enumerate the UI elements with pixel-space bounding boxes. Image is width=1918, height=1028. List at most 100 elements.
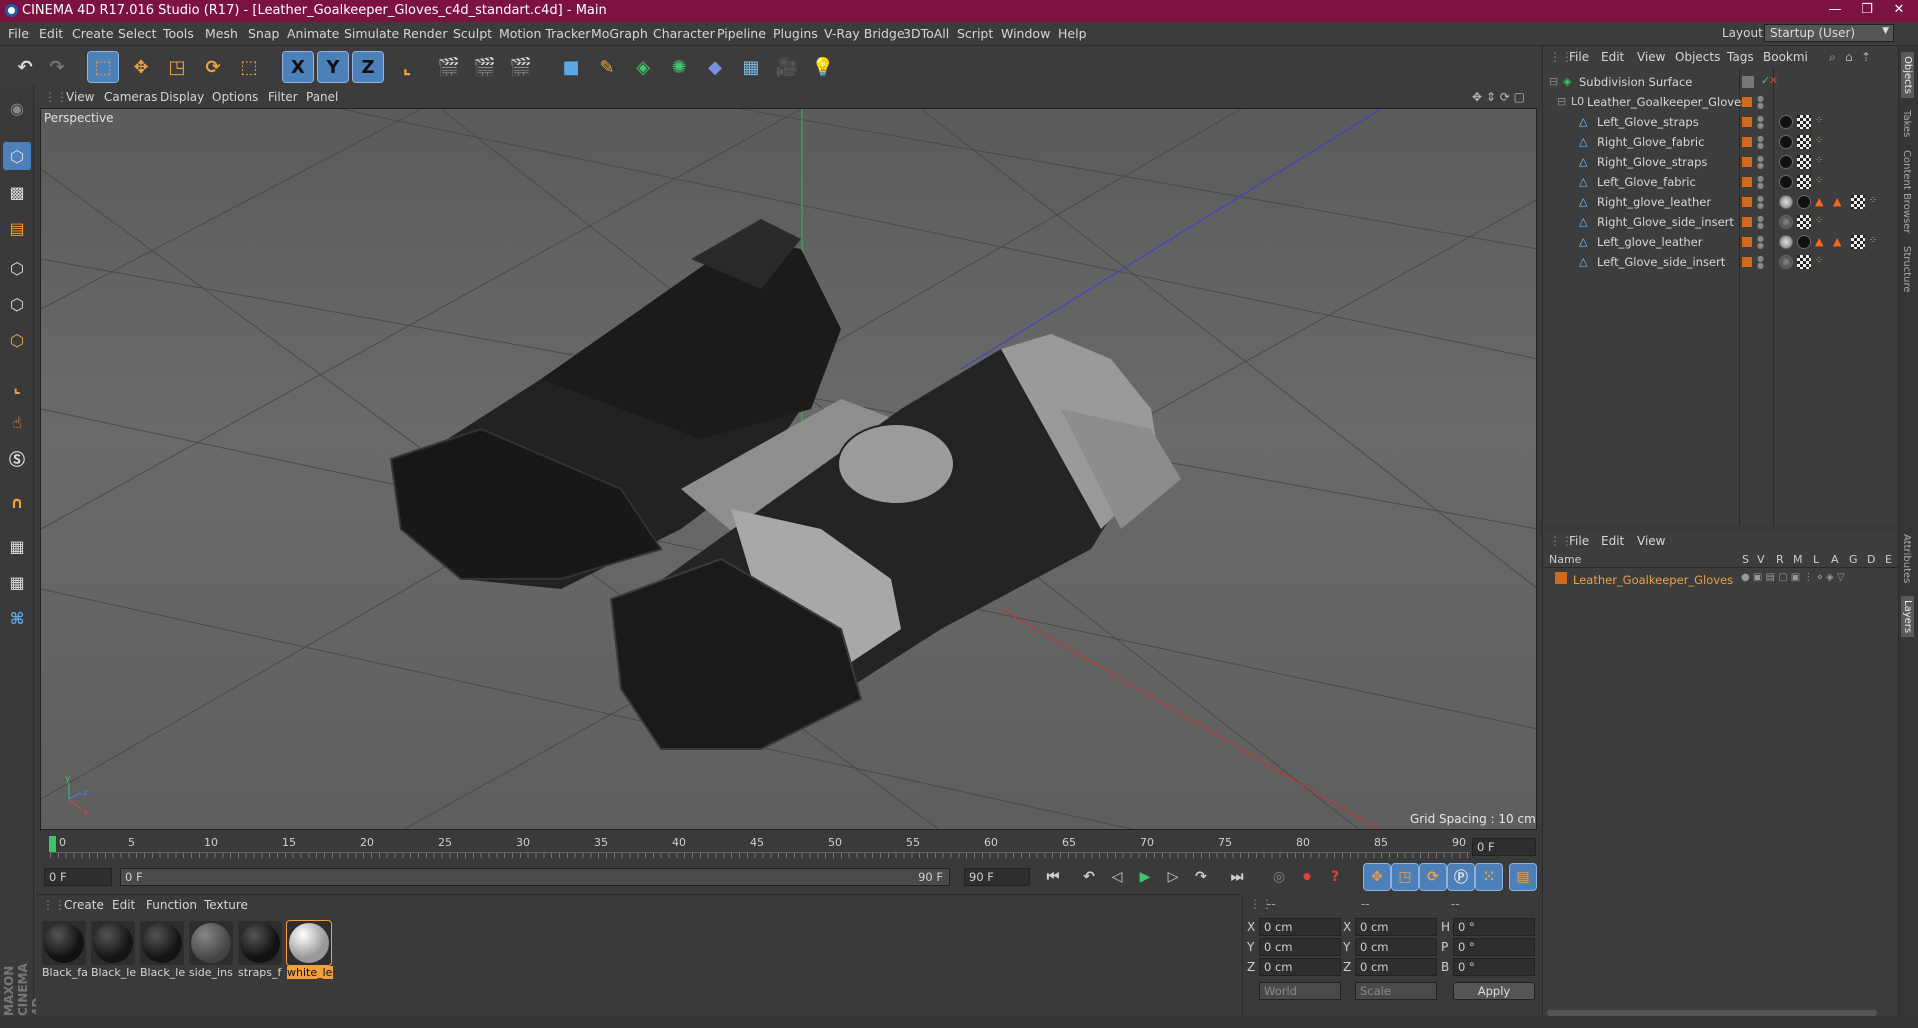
menu-tools[interactable]: Tools — [163, 26, 194, 41]
selection-tag-icon[interactable]: ▲ — [1833, 235, 1847, 249]
layer-row[interactable]: Leather_Goalkeeper_Gloves ● ▣ ▤ ▢ ▣ ⋮ ⋄ … — [1543, 570, 1899, 590]
frame-range-slider[interactable]: 0 F 90 F — [120, 868, 950, 886]
material-swatch-selected[interactable]: white_le — [286, 920, 333, 979]
material-menu-texture[interactable]: Texture — [204, 898, 248, 912]
tab-layers[interactable]: Layers — [1901, 596, 1914, 638]
render-picture-viewer-button[interactable]: 🎬 — [470, 52, 500, 82]
layer-color-swatch[interactable] — [1742, 217, 1752, 227]
layer-color-swatch[interactable] — [1555, 572, 1567, 584]
deformer-button[interactable]: ◆ — [700, 52, 730, 82]
move-button[interactable]: ✥ — [126, 52, 156, 82]
menu-mesh[interactable]: Mesh — [205, 26, 238, 41]
object-row[interactable]: ⊟ L0 Leather_Goalkeeper_Gloves ● ● — [1543, 92, 1899, 112]
object-menu-edit[interactable]: Edit — [1601, 50, 1624, 64]
scale-mode-select[interactable]: Scale — [1355, 982, 1437, 1000]
object-menu-objects[interactable]: Objects — [1675, 50, 1720, 64]
next-frame-button[interactable]: ▷ — [1160, 864, 1186, 890]
layer-col-animation[interactable]: A — [1831, 553, 1839, 566]
home-icon[interactable]: ⌂ — [1845, 50, 1853, 64]
layer-color-swatch[interactable] — [1742, 137, 1752, 147]
apply-button[interactable]: Apply — [1453, 982, 1535, 1000]
auto-key-button[interactable]: ⏺ — [1294, 864, 1320, 890]
material-tag-icon[interactable] — [1779, 195, 1793, 209]
object-row[interactable]: △ Right_glove_leather ● ● ▲ ▲ ⁘ — [1543, 192, 1899, 212]
phong-tag-icon[interactable]: ⁘ — [1815, 115, 1829, 129]
uvw-tag-icon[interactable] — [1797, 175, 1811, 189]
position-z-field[interactable]: 0 cm — [1259, 958, 1341, 976]
pen-spline-button[interactable]: ✎ — [592, 52, 622, 82]
edges-mode-button[interactable]: ⬡ — [3, 290, 31, 318]
make-editable-button[interactable]: ◉ — [3, 94, 31, 122]
viewport-nav-icons[interactable]: ✥ ⇕ ⟳ ▢ — [1472, 90, 1525, 104]
object-menu-tags[interactable]: Tags — [1727, 50, 1754, 64]
uvw-tag-icon[interactable] — [1797, 255, 1811, 269]
material-menu-create[interactable]: Create — [64, 898, 104, 912]
timeline-window-button[interactable]: ▤ — [1509, 863, 1537, 891]
menu-file[interactable]: File — [8, 26, 29, 41]
light-button[interactable]: 💡 — [808, 52, 838, 82]
object-row[interactable]: △ Left_Glove_fabric ● ● ⁘ — [1543, 172, 1899, 192]
layer-col-view[interactable]: V — [1757, 553, 1765, 566]
y-axis-button[interactable]: Y — [317, 51, 349, 83]
tab-structure[interactable]: Structure — [1901, 246, 1912, 293]
layer-color-swatch[interactable] — [1742, 157, 1752, 167]
position-x-field[interactable]: 0 cm — [1259, 918, 1341, 936]
menu-help[interactable]: Help — [1058, 26, 1087, 41]
menu-vray-bridge[interactable]: V-Ray Bridge — [824, 26, 905, 41]
rotate-button[interactable]: ⟳ — [198, 52, 228, 82]
key-pla-button[interactable]: ⁙ — [1475, 863, 1503, 891]
snap-button[interactable]: Ⓢ — [3, 444, 31, 472]
size-x-field[interactable]: 0 cm — [1355, 918, 1437, 936]
material-tag-icon[interactable] — [1779, 235, 1793, 249]
layer-color-swatch[interactable] — [1742, 237, 1752, 247]
phong-tag-icon[interactable]: ⁘ — [1869, 195, 1883, 209]
material-tag-icon[interactable] — [1779, 215, 1793, 229]
layer-col-generators[interactable]: G — [1849, 553, 1858, 566]
x-mark-icon[interactable]: ✕ — [1769, 74, 1778, 87]
coordinate-system-button[interactable]: ⌞ — [392, 52, 422, 82]
undo-button[interactable]: ↶ — [10, 52, 40, 82]
floor-button[interactable]: ▦ — [736, 52, 766, 82]
selection-tag-icon[interactable]: ▲ — [1833, 195, 1847, 209]
current-frame-field[interactable]: 0 F — [1472, 838, 1536, 856]
menu-mograph[interactable]: MoGraph — [591, 26, 648, 41]
phong-tag-icon[interactable]: ⁘ — [1815, 175, 1829, 189]
key-scale-button[interactable]: ◳ — [1391, 863, 1419, 891]
planar-workplane-button[interactable]: ▦ — [3, 568, 31, 596]
layer-menu-edit[interactable]: Edit — [1601, 534, 1624, 548]
layer-flags-icons[interactable]: ● ▣ ▤ ▢ ▣ ⋮ ⋄ ◈ ▽ — [1741, 572, 1845, 583]
selection-tag-icon[interactable]: ▲ — [1815, 195, 1829, 209]
rotation-p-field[interactable]: 0 ° — [1453, 938, 1535, 956]
play-button[interactable]: ▶ — [1132, 864, 1158, 890]
cloner-button[interactable]: ✺ — [664, 52, 694, 82]
visibility-dots[interactable]: ● ● — [1757, 155, 1764, 170]
menu-simulate[interactable]: Simulate — [344, 26, 399, 41]
material-swatch[interactable]: side_ins — [189, 921, 233, 979]
menu-render[interactable]: Render — [403, 26, 448, 41]
rotation-h-field[interactable]: 0 ° — [1453, 918, 1535, 936]
material-tag-icon[interactable] — [1779, 155, 1793, 169]
visibility-dots[interactable]: ● ● — [1757, 175, 1764, 190]
redo-button[interactable]: ↷ — [42, 52, 72, 82]
collapse-icon[interactable]: ⊟ — [1557, 96, 1569, 108]
uvw-tag-icon[interactable] — [1851, 235, 1865, 249]
up-arrow-icon[interactable]: ⇡ — [1861, 50, 1871, 64]
menu-script[interactable]: Script — [957, 26, 993, 41]
material-tag-icon[interactable] — [1779, 255, 1793, 269]
uvw-tag-icon[interactable] — [1851, 195, 1865, 209]
phong-tag-icon[interactable]: ⁘ — [1815, 135, 1829, 149]
visibility-dots[interactable]: ● ● — [1757, 135, 1764, 150]
selection-tag-icon[interactable]: ▲ — [1815, 235, 1829, 249]
tab-attributes[interactable]: Attributes — [1901, 534, 1912, 583]
layer-col-name[interactable]: Name — [1549, 553, 1581, 566]
layer-color-swatch[interactable] — [1742, 97, 1752, 107]
key-rotation-button[interactable]: ⟳ — [1419, 863, 1447, 891]
object-row[interactable]: △ Left_Glove_straps ● ● ⁘ — [1543, 112, 1899, 132]
points-mode-button[interactable]: ⬡ — [3, 254, 31, 282]
live-selection-button[interactable]: ⬚ — [87, 51, 119, 83]
layer-col-expressions[interactable]: E — [1885, 553, 1892, 566]
uvw-tag-icon[interactable] — [1797, 215, 1811, 229]
visibility-dots[interactable]: ● ● — [1757, 195, 1764, 210]
material-swatch[interactable]: Black_le — [140, 921, 185, 979]
layer-col-locked[interactable]: L — [1813, 553, 1819, 566]
